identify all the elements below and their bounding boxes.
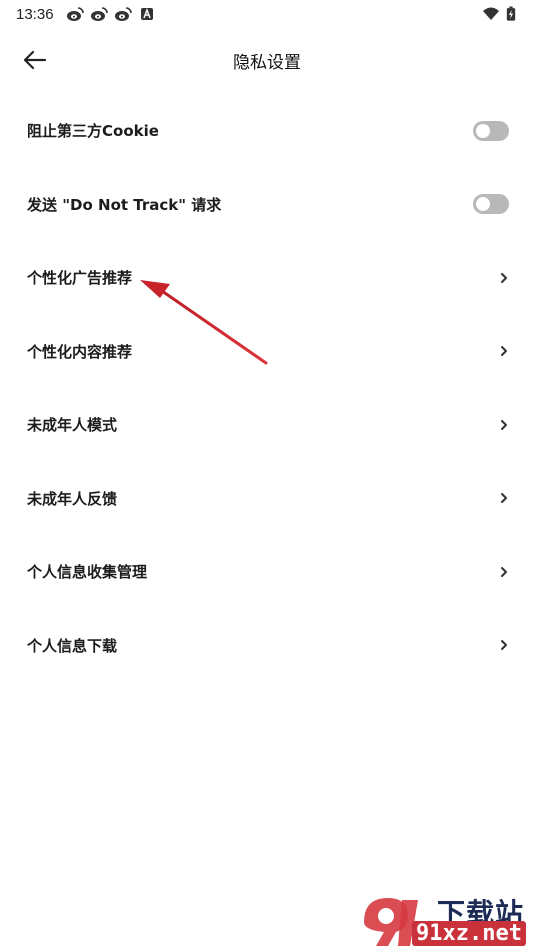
- watermark-domain: 91xz.net: [412, 921, 526, 946]
- setting-label: 个人信息下载: [27, 636, 118, 655]
- setting-label: 个性化广告推荐: [27, 269, 133, 288]
- setting-row-minor-feedback[interactable]: 未成年人反馈: [0, 462, 534, 536]
- setting-row-personalized-ads[interactable]: 个性化广告推荐: [0, 241, 534, 315]
- setting-row-minor-mode[interactable]: 未成年人模式: [0, 388, 534, 462]
- weibo-icon: [90, 7, 108, 21]
- setting-row-do-not-track[interactable]: 发送 "Do Not Track" 请求: [0, 168, 534, 242]
- chevron-right-icon: [499, 491, 509, 505]
- setting-label: 阻止第三方Cookie: [27, 122, 159, 141]
- chevron-right-icon: [499, 565, 509, 579]
- setting-row-personal-info-collection[interactable]: 个人信息收集管理: [0, 535, 534, 609]
- system-icons: [482, 6, 516, 22]
- battery-charging-icon: [506, 6, 516, 21]
- settings-list: 阻止第三方Cookie 发送 "Do Not Track" 请求 个性化广告推荐…: [0, 94, 534, 682]
- setting-label: 未成年人反馈: [27, 489, 118, 508]
- status-time: 13:36: [16, 5, 54, 23]
- page-title: 隐私设置: [233, 52, 301, 73]
- setting-label: 未成年人模式: [27, 416, 118, 435]
- chevron-right-icon: [499, 344, 509, 358]
- setting-label: 个性化内容推荐: [27, 342, 133, 361]
- setting-label: 发送 "Do Not Track" 请求: [27, 195, 222, 214]
- toggle-knob: [476, 197, 490, 212]
- watermark: 下载站 91xz.net: [358, 888, 528, 948]
- status-bar: 13:36: [0, 0, 534, 28]
- chevron-right-icon: [499, 271, 509, 285]
- chevron-right-icon: [499, 418, 509, 432]
- block-cookie-toggle[interactable]: [473, 120, 509, 141]
- setting-label: 个人信息收集管理: [27, 563, 148, 582]
- weibo-icon: [114, 7, 132, 21]
- weibo-icon: [66, 7, 84, 21]
- arrow-left-icon: [23, 50, 47, 70]
- setting-row-block-third-party-cookie[interactable]: 阻止第三方Cookie: [0, 94, 534, 168]
- a-badge-icon: [140, 8, 153, 20]
- chevron-right-icon: [499, 638, 509, 652]
- wifi-icon: [483, 7, 499, 20]
- setting-row-personalized-content[interactable]: 个性化内容推荐: [0, 315, 534, 389]
- notification-icons: [66, 6, 156, 22]
- setting-row-personal-info-download[interactable]: 个人信息下载: [0, 609, 534, 683]
- back-button[interactable]: [22, 48, 48, 72]
- do-not-track-toggle[interactable]: [473, 194, 509, 215]
- page-header: 隐私设置: [0, 36, 534, 84]
- toggle-knob: [476, 123, 490, 138]
